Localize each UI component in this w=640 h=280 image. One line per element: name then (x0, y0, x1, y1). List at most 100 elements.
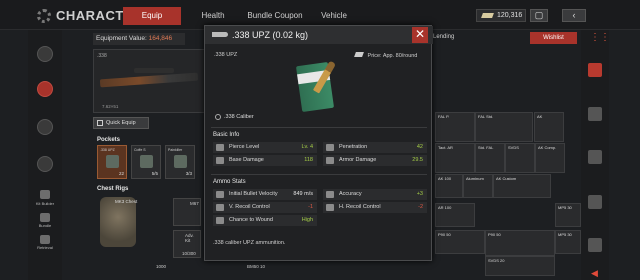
stat-value: 29.5 (412, 157, 423, 163)
inventory-cell-label: P90 50 (438, 232, 451, 237)
inventory-cell[interactable]: SVDS (505, 143, 535, 173)
inventory-cell-label: MP5 30 (558, 232, 572, 237)
stat-value: +3 (416, 191, 423, 197)
stat-label: Pierce Level (229, 144, 260, 150)
stat-label: Penetration (339, 144, 368, 150)
pocket-item-count: 3/3 (185, 171, 192, 176)
inventory-cell[interactable]: AK (534, 112, 564, 142)
pocket-item-count: 22 (118, 171, 124, 176)
inventory-cell-label: Tact. AR (438, 145, 453, 150)
inventory-cell[interactable]: FAL P. (435, 112, 475, 142)
coffee-icon (140, 155, 153, 168)
weapon-caliber: .338 (97, 53, 107, 59)
inventory-cell[interactable]: MP5 30 (555, 203, 581, 227)
inventory-cell-label: AK 100 (438, 176, 452, 181)
stat-row: Base Damage 118 (213, 155, 317, 166)
stat-label: Accuracy (339, 191, 362, 197)
gear-icon (37, 9, 51, 23)
backpack-filter-icon[interactable] (588, 107, 602, 121)
divider (211, 127, 427, 128)
collapse-arrow-icon[interactable]: ◀ (591, 268, 598, 279)
retrieval-icon[interactable] (40, 235, 50, 244)
menu-icon: ▢ (534, 10, 544, 20)
stat-value: -2 (418, 204, 423, 210)
equipment-value-label: Equipment Value: (96, 35, 147, 42)
kit-builder-icon[interactable] (40, 190, 50, 199)
pocket-slot[interactable]: .338 UPZ 22 (97, 145, 127, 179)
weapon-scope (134, 68, 174, 73)
quick-equip-button[interactable]: Quick Equip (93, 117, 149, 129)
inventory-cell-label: AK Comp. (538, 145, 557, 150)
pocket-slot[interactable]: Coffe S 5/5 (131, 145, 161, 179)
stat-value: Lv. 4 (301, 144, 313, 150)
inventory-cell[interactable]: P90 50 (435, 230, 485, 254)
grid-icon[interactable]: ⋮⋮ (590, 33, 610, 43)
popup-header: .338 UPZ (0.02 kg) ✕ (205, 26, 433, 44)
stat-icon (216, 191, 224, 198)
stat-icon (216, 204, 224, 211)
right-sidebar: ⋮⋮ (581, 30, 610, 280)
bottom-value-1: 1000 (156, 264, 167, 269)
inventory-cell-label: FAL P. (438, 114, 450, 119)
inventory-cell[interactable]: Std. FAL (475, 143, 505, 173)
item-detail-popup: .338 UPZ (0.02 kg) ✕ .338 UPZ Price: App… (204, 25, 433, 261)
helmet-filter-icon[interactable] (588, 195, 602, 209)
bundle-label: Bundle (38, 223, 52, 228)
equipment-value-amount: 164,846 (148, 35, 173, 42)
pocket-item-label: Painkiller (168, 148, 183, 152)
inventory-cell-label: FAL Std. (478, 114, 494, 119)
tab-health[interactable]: Health (192, 7, 234, 25)
inventory-cell[interactable]: FAL Std. (475, 112, 533, 142)
inventory-cell[interactable]: MP5 30 (555, 230, 581, 254)
inventory-cell[interactable]: Tact. AR (435, 143, 475, 173)
inventory-cell-label: MP5 30 (558, 205, 572, 210)
pocket-slot[interactable]: Painkiller 3/3 (165, 145, 195, 179)
inventory-cell[interactable]: P90 50 (485, 230, 555, 256)
inventory-cell[interactable]: AK Custom (493, 174, 551, 198)
close-button[interactable]: ✕ (412, 27, 428, 43)
wishlist-button[interactable]: Wishlist (530, 32, 577, 44)
stat-row: Accuracy +3 (323, 189, 427, 200)
character-icon[interactable] (37, 119, 53, 135)
inventory-cell-label: SVDS 20 (488, 258, 505, 263)
rifle-image (99, 72, 199, 88)
inventory-cell[interactable]: AK 100 (435, 174, 463, 198)
stat-value: High (301, 217, 313, 223)
back-button[interactable]: ‹ (562, 9, 586, 22)
divider (211, 174, 427, 175)
currency-amount: 120,316 (497, 12, 523, 19)
bottom-value-2: BM50 10 (247, 264, 266, 269)
inventory-cell[interactable]: SVDS 20 (485, 256, 555, 276)
inventory-cell[interactable]: AR 100 (435, 203, 475, 227)
tab-bundle-coupon[interactable]: Bundle Coupon (244, 7, 306, 25)
inventory-cell-label: Std. FAL (478, 145, 494, 150)
stat-icon (326, 191, 334, 198)
home-icon[interactable] (588, 63, 602, 77)
tab-equip[interactable]: Equip (123, 7, 181, 25)
stat-label: V. Recoil Control (229, 204, 270, 210)
equipment-icon[interactable] (37, 46, 53, 62)
price-text: Price: App. 80/round (367, 53, 418, 59)
currency-icon (481, 13, 494, 18)
mail-icon[interactable] (37, 156, 53, 172)
chest-rigs-heading: Chest Rigs (97, 186, 129, 192)
grenade-label: M67 (190, 201, 199, 206)
menu-button[interactable]: ▢ (530, 9, 548, 22)
inventory-cell-label: AK Custom (496, 176, 517, 181)
case-filter-icon[interactable] (588, 238, 602, 252)
chest-rig-image[interactable] (100, 197, 136, 247)
primary-weapon-slot[interactable]: .338 7.62×51 (93, 49, 209, 113)
inventory-cell[interactable]: AK Comp. (535, 143, 565, 173)
backpack-icon[interactable] (37, 81, 53, 97)
equipment-value: Equipment Value: 164,846 (93, 33, 185, 45)
grenade-slot[interactable]: M67 (173, 198, 201, 226)
tab-vehicle[interactable]: Vehicle (313, 7, 355, 25)
caliber-info: .338 Caliber (215, 114, 254, 120)
medkit-slot[interactable]: Adv. Kit 10/300 (173, 230, 201, 258)
bundle-icon[interactable] (40, 213, 50, 222)
shirt-filter-icon[interactable] (588, 150, 602, 164)
inventory-cell[interactable]: Aluminum (463, 174, 493, 198)
price-tag-icon (354, 52, 364, 57)
stat-row: Armor Damage 29.5 (323, 155, 427, 166)
stat-label: Base Damage (229, 157, 264, 163)
